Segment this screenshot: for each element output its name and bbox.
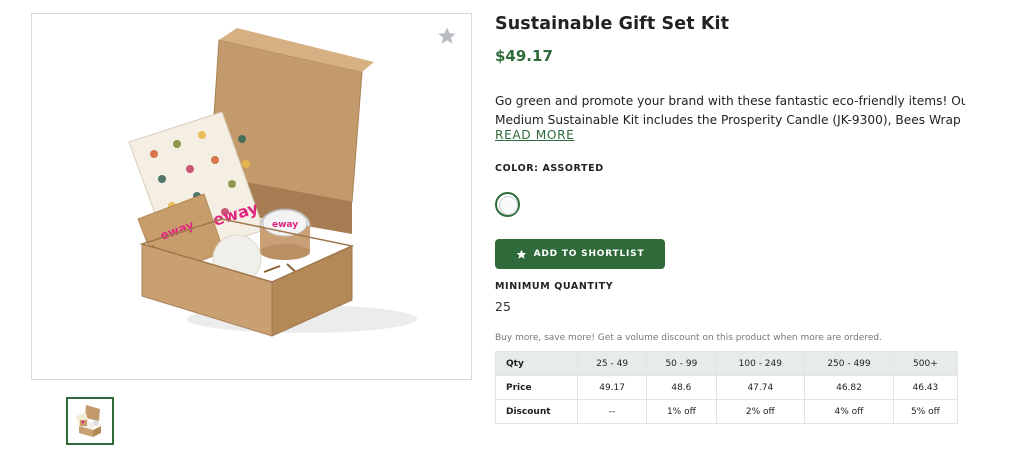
- thumbnail-image: [76, 405, 101, 437]
- pricing-cell: 48.6: [646, 375, 717, 400]
- pricing-cell: Price: [495, 375, 578, 400]
- table-row-discount: Discount -- 1% off 2% off 4% off 5% off: [495, 399, 959, 424]
- add-to-shortlist-button[interactable]: ADD TO SHORTLIST: [495, 239, 665, 269]
- star-icon: [516, 249, 526, 259]
- product-price: $49.17: [495, 47, 553, 65]
- favorite-star-icon[interactable]: [437, 26, 457, 46]
- pricing-cell: Discount: [495, 399, 578, 424]
- product-title: Sustainable Gift Set Kit: [495, 14, 730, 34]
- read-more-link[interactable]: READ MORE: [495, 128, 574, 142]
- pricing-cell: 5% off: [892, 399, 959, 424]
- pricing-header-cell: Qty: [495, 351, 578, 376]
- minimum-quantity-label: MINIMUM QUANTITY: [495, 281, 614, 292]
- pricing-cell: 1% off: [646, 399, 717, 424]
- description-line: Go green and promote your brand with the…: [495, 94, 965, 108]
- color-swatch-assorted[interactable]: [495, 192, 520, 217]
- pricing-header-cell: 25 - 49: [576, 351, 648, 376]
- pricing-cell: 46.82: [804, 375, 894, 400]
- pricing-table: Qty 25 - 49 50 - 99 100 - 249 250 - 499 …: [495, 351, 959, 424]
- color-label: COLOR: ASSORTED: [495, 163, 604, 174]
- pricing-cell: --: [576, 399, 648, 424]
- table-row-price: Price 49.17 48.6 47.74 46.82 46.43: [495, 375, 959, 400]
- pricing-cell: 49.17: [576, 375, 648, 400]
- product-thumbnail[interactable]: [66, 397, 114, 445]
- pricing-cell: 47.74: [715, 375, 806, 400]
- pricing-header-row: Qty 25 - 49 50 - 99 100 - 249 250 - 499 …: [495, 351, 959, 376]
- pricing-header-cell: 500+: [892, 351, 959, 376]
- pricing-header-cell: 100 - 249: [715, 351, 806, 376]
- product-description: Go green and promote your brand with the…: [495, 92, 965, 130]
- pricing-cell: 46.43: [892, 375, 959, 400]
- pricing-cell: 2% off: [715, 399, 806, 424]
- candle-logo: eway: [272, 220, 298, 230]
- volume-discount-note: Buy more, save more! Get a volume discou…: [495, 333, 882, 343]
- minimum-quantity-value: 25: [495, 299, 511, 314]
- shortlist-button-label: ADD TO SHORTLIST: [533, 249, 645, 259]
- pricing-cell: 4% off: [804, 399, 894, 424]
- pricing-header-cell: 250 - 499: [804, 351, 894, 376]
- pricing-header-cell: 50 - 99: [646, 351, 717, 376]
- product-image-frame: eway eway eway: [31, 13, 472, 380]
- product-image: eway eway eway: [128, 28, 417, 337]
